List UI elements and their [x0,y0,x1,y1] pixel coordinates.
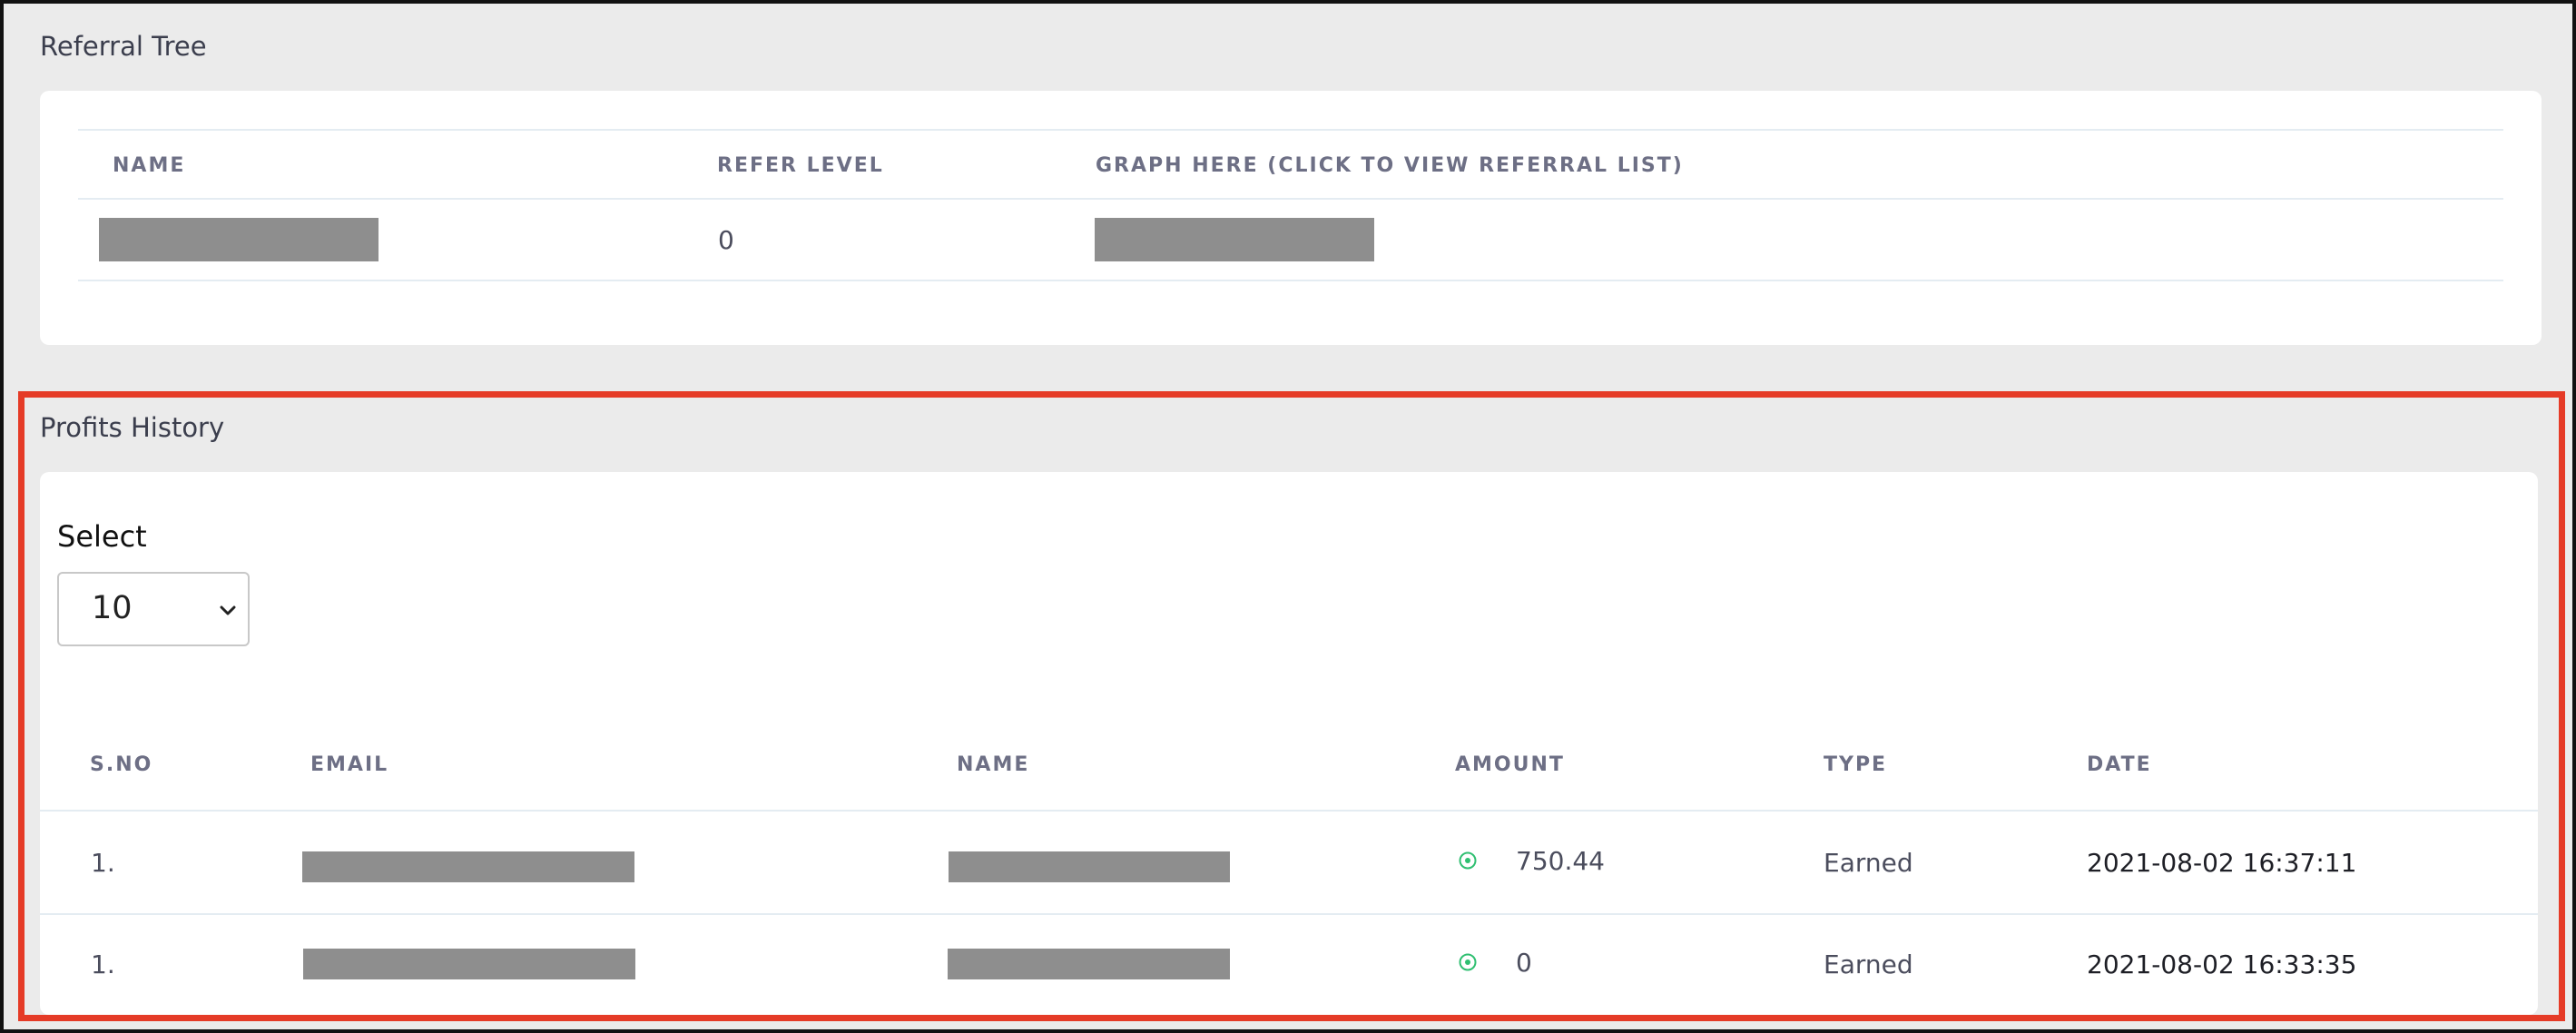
redacted-graph-link[interactable] [1095,218,1374,261]
table-top-divider [78,129,2503,131]
column-header-graph: GRAPH HERE (CLICK TO VIEW REFERRAL LIST) [1096,154,1684,177]
table-header-divider [78,198,2503,200]
highlight-box [18,391,2565,1021]
referral-tree-title: Referral Tree [40,31,207,62]
column-header-name: NAME [113,154,186,177]
column-header-refer-level: REFER LEVEL [717,154,884,177]
table-row-divider [78,280,2503,281]
redacted-name [99,218,379,261]
refer-level-value: 0 [718,225,734,255]
